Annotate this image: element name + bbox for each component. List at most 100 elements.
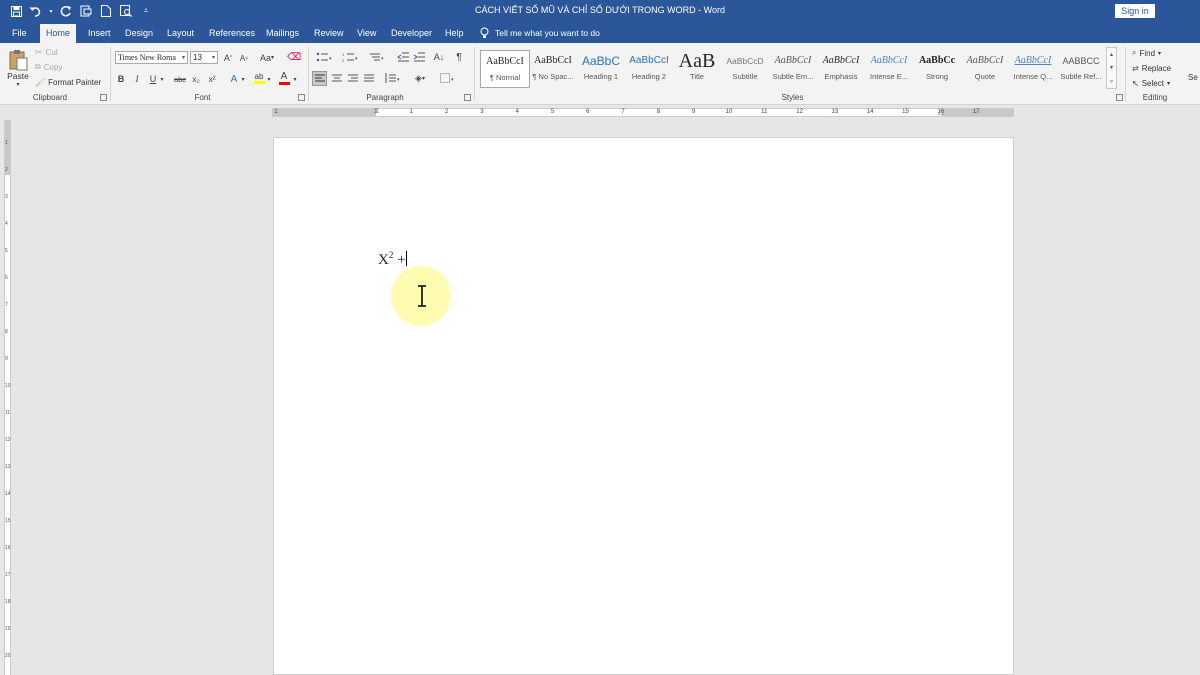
style-no-spacing[interactable]: AaBbCcI ¶ No Spac... [528,50,578,88]
clipboard-launcher-icon[interactable] [100,94,107,101]
ruler-number: 8 [656,109,661,115]
italic-button[interactable]: I [132,73,142,85]
font-name-combobox[interactable]: Times New Roma ▾ [115,51,188,64]
font-launcher-icon[interactable] [298,94,305,101]
chevron-up-icon[interactable]: ▴ [1110,51,1113,58]
svg-text:▾: ▾ [381,56,384,62]
increase-indent-icon[interactable] [412,51,426,63]
tab-design[interactable]: Design [119,26,159,43]
change-case-button[interactable]: Aa ▾ [257,51,277,64]
align-right-icon[interactable] [347,72,359,84]
overflow-group-label[interactable]: Se [1188,71,1198,83]
chevron-down-icon[interactable]: ▾ [240,73,246,85]
format-painter-button[interactable]: 🖌 Format Painter [35,76,101,88]
underline-button[interactable]: U [148,73,158,85]
align-left-button[interactable] [312,71,327,86]
text-caret [405,251,407,266]
copy-button[interactable]: ⧉ Copy [35,61,62,73]
sign-in-button[interactable]: Sign in [1115,4,1155,18]
paragraph-launcher-icon[interactable] [464,94,471,101]
replace-button[interactable]: ⇄ Replace [1132,62,1171,74]
numbering-icon: 12 ▾ [342,52,358,62]
style-strong[interactable]: AaBbCc Strong [912,50,962,88]
select-button[interactable]: ↖ Select ▾ [1132,77,1170,89]
font-size-combobox[interactable]: 13 ▾ [190,51,218,64]
document-page[interactable]: X2 + [273,137,1014,675]
ruler-number: 5 [5,248,8,254]
shrink-font-button[interactable]: A ˅ [238,52,250,65]
font-color-button[interactable]: A [278,70,290,85]
style-quote[interactable]: AaBbCcI Quote [960,50,1010,88]
subscript-button[interactable]: x₂ [190,73,202,85]
find-button[interactable]: ⌕ Find ▾ [1132,47,1161,59]
superscript-button[interactable]: x² [206,73,218,85]
horizontal-ruler[interactable]: 1 1 2 3 4 5 6 7 8 9 10 11 12 13 14 15 16 17 ⧖ △ [272,108,1014,117]
style-subtle-reference[interactable]: AABBCC Subtle Ref... [1056,50,1106,88]
vertical-ruler[interactable]: 1 2 3 4 5 6 7 8 9 10 11 12 13 14 15 16 17 18 19 20 [4,120,11,675]
separator [474,47,475,101]
style-subtitle[interactable]: AaBbCcD Subtitle [720,50,770,88]
text-effects-icon[interactable]: A [228,73,240,85]
right-indent-marker-icon[interactable]: △ [938,108,943,116]
styles-gallery: AaBbCcI ¶ Normal AaBbCcI ¶ No Spac... Aa… [478,47,1118,89]
paintbrush-icon: 🖌 [35,77,46,87]
style-preview: AaBbCcI [870,55,908,66]
style-heading-2[interactable]: AaBbCcI Heading 2 [624,50,674,88]
decrease-indent-icon[interactable] [396,51,410,63]
tab-insert[interactable]: Insert [82,26,117,43]
align-center-icon[interactable] [331,72,343,84]
tab-mailings[interactable]: Mailings [260,26,305,43]
line-spacing-button[interactable]: ▾ [382,72,402,84]
ruler-number: 9 [5,356,8,362]
paste-button[interactable]: Paste ▾ [6,46,30,90]
clear-formatting-icon[interactable]: ⌫ [287,51,301,64]
style-intense-quote[interactable]: AaBbCcI Intense Q... [1008,50,1058,88]
tab-file[interactable]: File [6,26,33,43]
ruler-number: 2 [444,109,449,115]
chevron-down-icon[interactable]: ▾ [1110,64,1113,71]
style-intense-emphasis[interactable]: AaBbCcI Intense E... [864,50,914,88]
font-color-icon: A [280,70,288,82]
shading-button[interactable]: ◈ ▾ [410,72,430,84]
style-normal[interactable]: AaBbCcI ¶ Normal [480,50,530,88]
style-emphasis[interactable]: AaBbCcI Emphasis [816,50,866,88]
underline-dropdown-icon[interactable]: ▾ [159,73,165,85]
tab-help[interactable]: Help [439,26,470,43]
font-name-value: Times New Roma [118,53,176,62]
tab-developer[interactable]: Developer [385,26,438,43]
tab-review[interactable]: Review [308,26,350,43]
strikethrough-button[interactable]: abc [173,73,187,85]
replace-label: Replace [1141,63,1172,73]
document-text[interactable]: X2 + [378,250,407,269]
tab-layout[interactable]: Layout [161,26,200,43]
style-subtle-emphasis[interactable]: AaBbCcI Subtle Em... [768,50,818,88]
tab-references[interactable]: References [203,26,261,43]
show-formatting-marks-button[interactable]: ¶ [453,51,465,63]
bold-button[interactable]: B [116,73,126,85]
tab-home[interactable]: Home [40,24,77,43]
chevron-down-icon[interactable]: ▾ [292,73,298,85]
find-label: Find [1139,48,1156,58]
numbering-button[interactable]: 1 2 ▾ [340,51,360,63]
style-title[interactable]: AaB Title [672,50,722,88]
indent-marker-icon[interactable]: ⧖ [374,108,379,116]
multilevel-list-button[interactable]: ▾ [366,51,386,63]
tab-view[interactable]: View [351,26,382,43]
cut-button[interactable]: ✂ Cut [35,46,58,58]
ruler-number: 1 [274,109,278,115]
more-styles-icon[interactable]: ▿ [1110,78,1113,85]
style-heading-1[interactable]: AaBbC Heading 1 [576,50,626,88]
borders-button[interactable]: ▾ [438,72,458,84]
tell-me-search[interactable]: Tell me what you want to do [480,27,600,39]
sort-icon[interactable]: A↓ [432,51,446,63]
chevron-down-icon[interactable]: ▾ [266,73,272,85]
ruler-number: 15 [902,109,909,115]
styles-gallery-scroll[interactable]: ▴ ▾ ▿ [1106,47,1117,89]
grow-font-button[interactable]: A ^ [222,51,234,64]
ruler-number: 1 [409,109,413,115]
justify-icon[interactable] [363,72,375,84]
styles-launcher-icon[interactable] [1116,94,1123,101]
font-color-swatch [278,81,290,85]
bullets-button[interactable]: ▾ [314,51,334,63]
highlight-color-button[interactable]: ab [253,71,265,85]
